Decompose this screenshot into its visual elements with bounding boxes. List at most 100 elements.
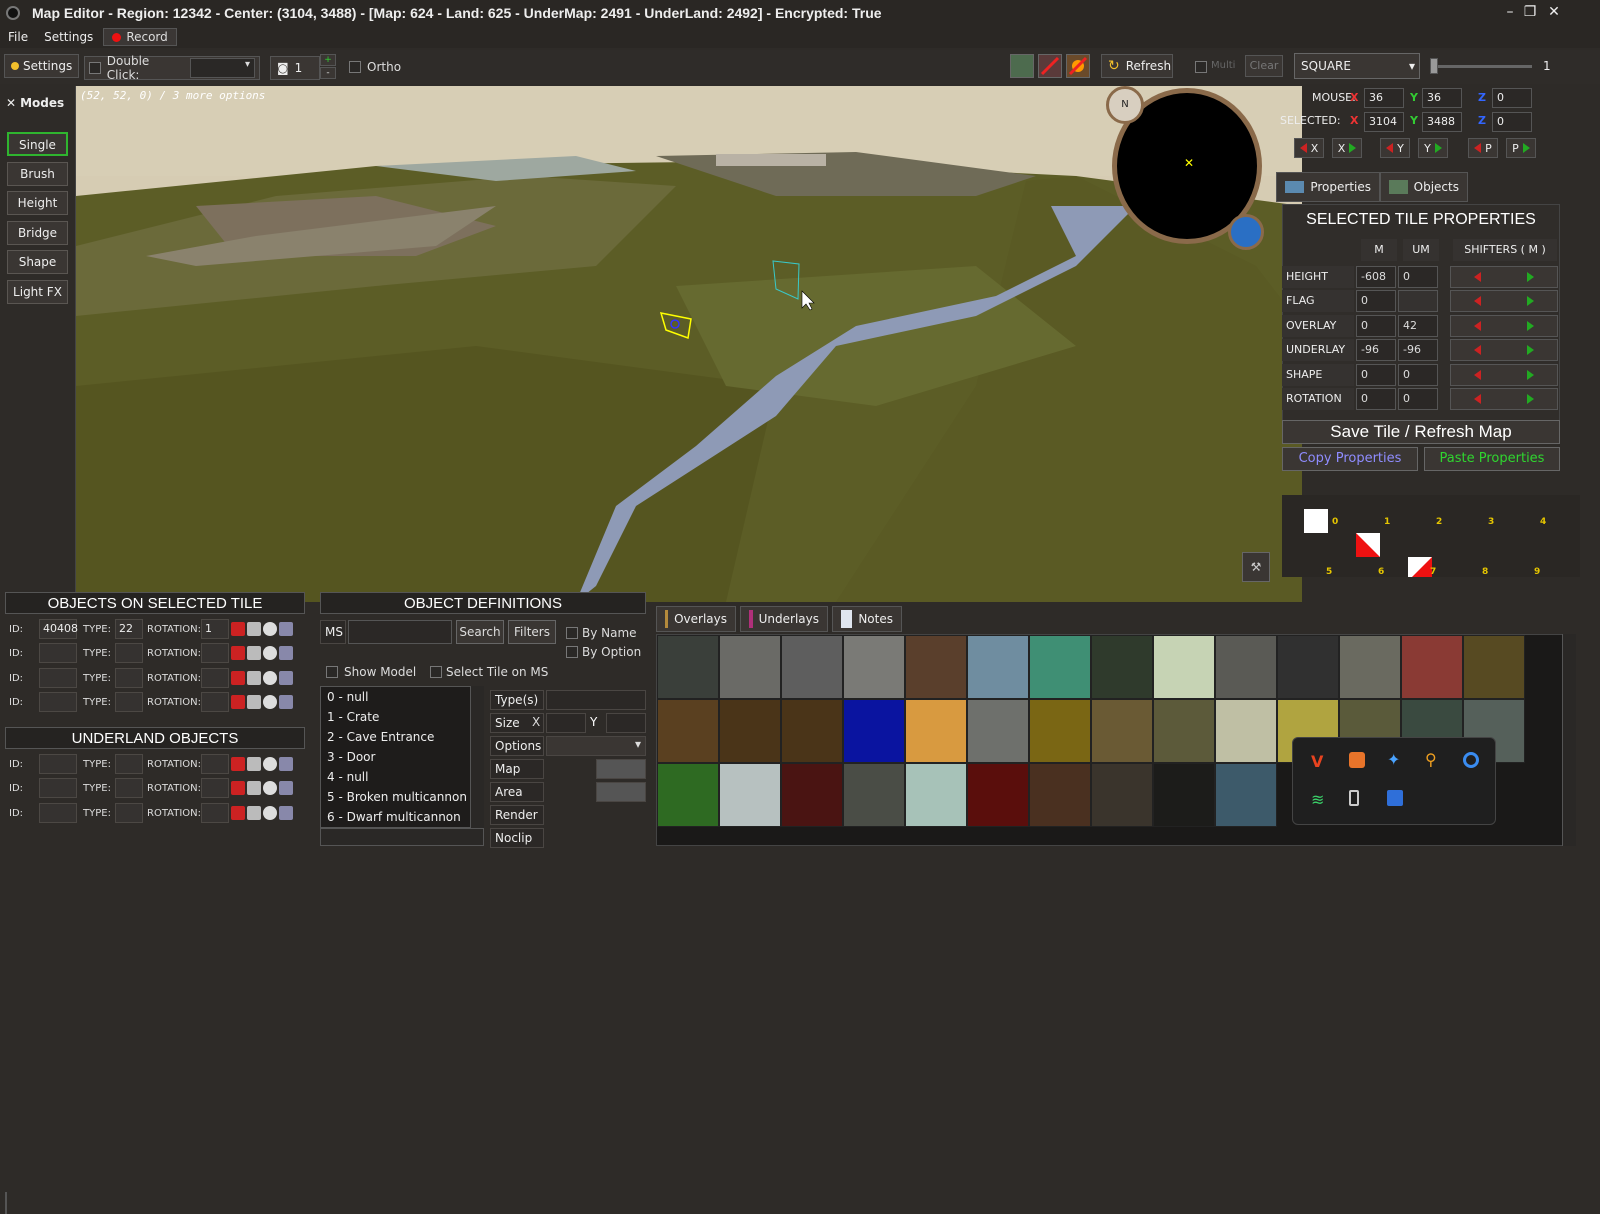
model-icon[interactable] xyxy=(247,806,261,820)
texture-tile[interactable] xyxy=(905,635,967,699)
prop-rotation-shifter[interactable] xyxy=(1450,388,1558,410)
list-item[interactable]: 1 - Crate xyxy=(321,707,483,727)
list-item[interactable]: 6 - Dwarf multicannon xyxy=(321,807,483,827)
texture-tile[interactable] xyxy=(1091,699,1153,763)
model-icon[interactable] xyxy=(247,781,261,795)
delete-icon[interactable] xyxy=(231,695,245,709)
texture-tile[interactable] xyxy=(1153,699,1215,763)
shape-tile-0[interactable] xyxy=(1304,509,1328,533)
texture-tile[interactable] xyxy=(967,763,1029,827)
x-decrement-button[interactable]: X xyxy=(1294,138,1324,158)
refresh-button[interactable]: ↻ Refresh xyxy=(1101,54,1173,78)
model-icon[interactable] xyxy=(247,646,261,660)
mouse-y-field[interactable]: 36 xyxy=(1422,88,1462,108)
delete-icon[interactable] xyxy=(231,781,245,795)
multi-checkbox[interactable] xyxy=(1195,61,1207,73)
chrome-icon[interactable] xyxy=(1463,752,1479,768)
mode-light-fx[interactable]: Light FX xyxy=(7,280,68,304)
eye-icon[interactable] xyxy=(263,646,277,660)
model-icon[interactable] xyxy=(247,622,261,636)
mode-brush[interactable]: Brush xyxy=(7,162,68,186)
camera-minus-button[interactable]: - xyxy=(320,67,336,79)
mode-bridge[interactable]: Bridge xyxy=(7,221,68,245)
mode-single[interactable]: Single xyxy=(7,132,68,156)
prop-underlay-shifter[interactable] xyxy=(1450,339,1558,361)
prop-flag-m[interactable]: 0 xyxy=(1356,290,1396,312)
texture-tile[interactable] xyxy=(905,763,967,827)
list-item[interactable]: 5 - Broken multicannon xyxy=(321,787,483,807)
tools-icon-button[interactable]: ⚒ xyxy=(1242,552,1270,582)
wifi-icon[interactable]: ≋ xyxy=(1311,790,1324,809)
texture-grid-scrollbar[interactable] xyxy=(1562,634,1576,846)
model-icon[interactable] xyxy=(247,695,261,709)
record-button[interactable]: Record xyxy=(103,28,177,46)
tab-objects[interactable]: Objects xyxy=(1380,172,1468,202)
texture-tile[interactable] xyxy=(1153,763,1215,827)
texture-tile[interactable] xyxy=(1215,635,1277,699)
texture-tile[interactable] xyxy=(719,699,781,763)
obj-rotation-field[interactable] xyxy=(201,643,229,663)
delete-icon[interactable] xyxy=(231,757,245,771)
prop-rotation-m[interactable]: 0 xyxy=(1356,388,1396,410)
book-icon[interactable] xyxy=(279,695,293,709)
obj-type-field[interactable] xyxy=(115,643,143,663)
ul-rotation-field[interactable] xyxy=(201,803,229,823)
save-tile-button[interactable]: Save Tile / Refresh Map xyxy=(1282,420,1560,444)
delete-icon[interactable] xyxy=(231,646,245,660)
size-x-field[interactable] xyxy=(546,713,586,733)
prop-height-shifter[interactable] xyxy=(1450,266,1558,288)
select-tile-checkbox[interactable] xyxy=(430,666,442,678)
texture-tile[interactable] xyxy=(1153,635,1215,699)
object-search-input[interactable] xyxy=(348,620,452,644)
eye-icon[interactable] xyxy=(263,695,277,709)
by-name-checkbox[interactable] xyxy=(566,627,578,639)
texture-tile[interactable] xyxy=(843,699,905,763)
settings-button[interactable]: Settings xyxy=(4,54,80,78)
ortho-checkbox[interactable] xyxy=(349,61,361,73)
texture-tile[interactable] xyxy=(843,763,905,827)
eye-icon[interactable] xyxy=(263,781,277,795)
camera-field[interactable]: ◙ 1 xyxy=(270,56,320,80)
prop-overlay-um[interactable]: 42 xyxy=(1398,315,1438,337)
list-item[interactable]: 0 - null xyxy=(321,687,483,707)
prop-shape-um[interactable]: 0 xyxy=(1398,364,1438,386)
obj-id-field[interactable] xyxy=(39,643,77,663)
tab-overlays[interactable]: Overlays xyxy=(656,606,736,632)
minimize-button[interactable]: – xyxy=(1500,4,1520,20)
model-icon[interactable] xyxy=(247,671,261,685)
prop-height-m[interactable]: -608 xyxy=(1356,266,1396,288)
restore-button[interactable]: ❐ xyxy=(1520,4,1540,20)
shape-tile-2[interactable] xyxy=(1408,557,1432,577)
p-increment-button[interactable]: P xyxy=(1506,138,1536,158)
double-click-select[interactable]: ▾ xyxy=(190,58,255,78)
texture-tile[interactable] xyxy=(1029,699,1091,763)
book-icon[interactable] xyxy=(279,646,293,660)
ul-id-field[interactable] xyxy=(39,803,77,823)
usb-icon[interactable] xyxy=(1349,790,1359,806)
ul-type-field[interactable] xyxy=(115,803,143,823)
texture-tile[interactable] xyxy=(1401,635,1463,699)
eye-icon[interactable] xyxy=(263,671,277,685)
options-select[interactable]: ▾ xyxy=(546,736,646,756)
mouse-z-field[interactable]: 0 xyxy=(1492,88,1532,108)
book-icon[interactable] xyxy=(279,622,293,636)
selected-y-field[interactable]: 3488 xyxy=(1422,112,1462,132)
brush-size-slider[interactable] xyxy=(1432,65,1532,68)
obj-rotation-field[interactable]: 1 xyxy=(201,619,229,639)
eye-icon[interactable] xyxy=(263,622,277,636)
double-click-checkbox[interactable] xyxy=(89,62,101,74)
texture-tile[interactable] xyxy=(843,635,905,699)
y-increment-button[interactable]: Y xyxy=(1418,138,1448,158)
eye-icon[interactable] xyxy=(263,806,277,820)
show-model-checkbox[interactable] xyxy=(326,666,338,678)
app-tray-icon[interactable] xyxy=(1349,752,1365,768)
x-increment-button[interactable]: X xyxy=(1332,138,1362,158)
texture-tile[interactable] xyxy=(781,635,843,699)
shape-tile-1[interactable] xyxy=(1356,533,1380,557)
ul-rotation-field[interactable] xyxy=(201,778,229,798)
texture-tile[interactable] xyxy=(657,763,719,827)
prop-underlay-um[interactable]: -96 xyxy=(1398,339,1438,361)
prop-flag-um[interactable] xyxy=(1398,290,1438,312)
brush-shape-select[interactable]: SQUARE ▾ xyxy=(1294,53,1420,79)
ul-type-field[interactable] xyxy=(115,778,143,798)
